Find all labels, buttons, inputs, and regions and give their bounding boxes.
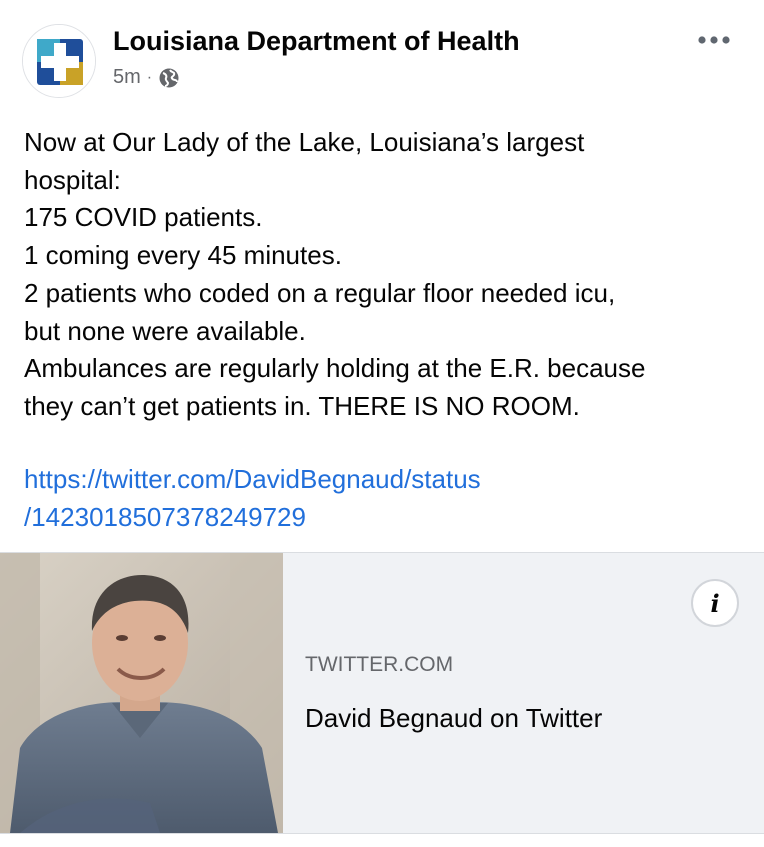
tweet-link[interactable]: https://twitter.com/DavidBegnaud/status … <box>24 461 744 536</box>
more-options-icon[interactable] <box>690 22 738 58</box>
post-text-line: Ambulances are regularly holding at the … <box>24 353 646 384</box>
link-thumbnail[interactable] <box>0 553 283 833</box>
page-avatar[interactable] <box>22 24 96 98</box>
tweet-link-line[interactable]: https://twitter.com/DavidBegnaud/status <box>24 461 744 499</box>
post-text-line: 2 patients who coded on a regular floor … <box>24 277 616 308</box>
page-name[interactable]: Louisiana Department of Health <box>113 26 520 57</box>
post-header: Louisiana Department of Health 5m · <box>0 0 764 110</box>
post-text: Now at Our Lady of the Lake, Louisiana’s… <box>24 124 744 426</box>
link-title[interactable]: David Begnaud on Twitter <box>305 703 602 734</box>
person-photo <box>0 553 283 833</box>
post-text-line: 1 coming every 45 minutes. <box>24 240 342 271</box>
tweet-link-line[interactable]: /1423018507378249729 <box>24 499 744 537</box>
meta-separator: · <box>146 68 153 86</box>
globe-icon[interactable] <box>158 67 180 89</box>
link-card-info[interactable]: i TWITTER.COM David Begnaud on Twitter <box>283 553 764 833</box>
post-text-line: but none were available. <box>24 315 306 346</box>
post-text-line: Now at Our Lady of the Lake, Louisiana’s… <box>24 127 585 157</box>
link-domain: TWITTER.COM <box>305 653 454 676</box>
post-timestamp[interactable]: 5m <box>113 66 141 89</box>
link-preview-card[interactable]: i TWITTER.COM David Begnaud on Twitter <box>0 552 764 834</box>
info-icon[interactable]: i <box>691 579 739 627</box>
post-text-line: they can’t get patients in. THERE IS NO … <box>24 390 580 421</box>
ldh-logo-icon <box>23 25 95 97</box>
post-text-line: 175 COVID patients. <box>24 202 263 233</box>
post-meta: 5m · <box>113 66 180 89</box>
post-text-line: hospital: <box>24 164 121 195</box>
